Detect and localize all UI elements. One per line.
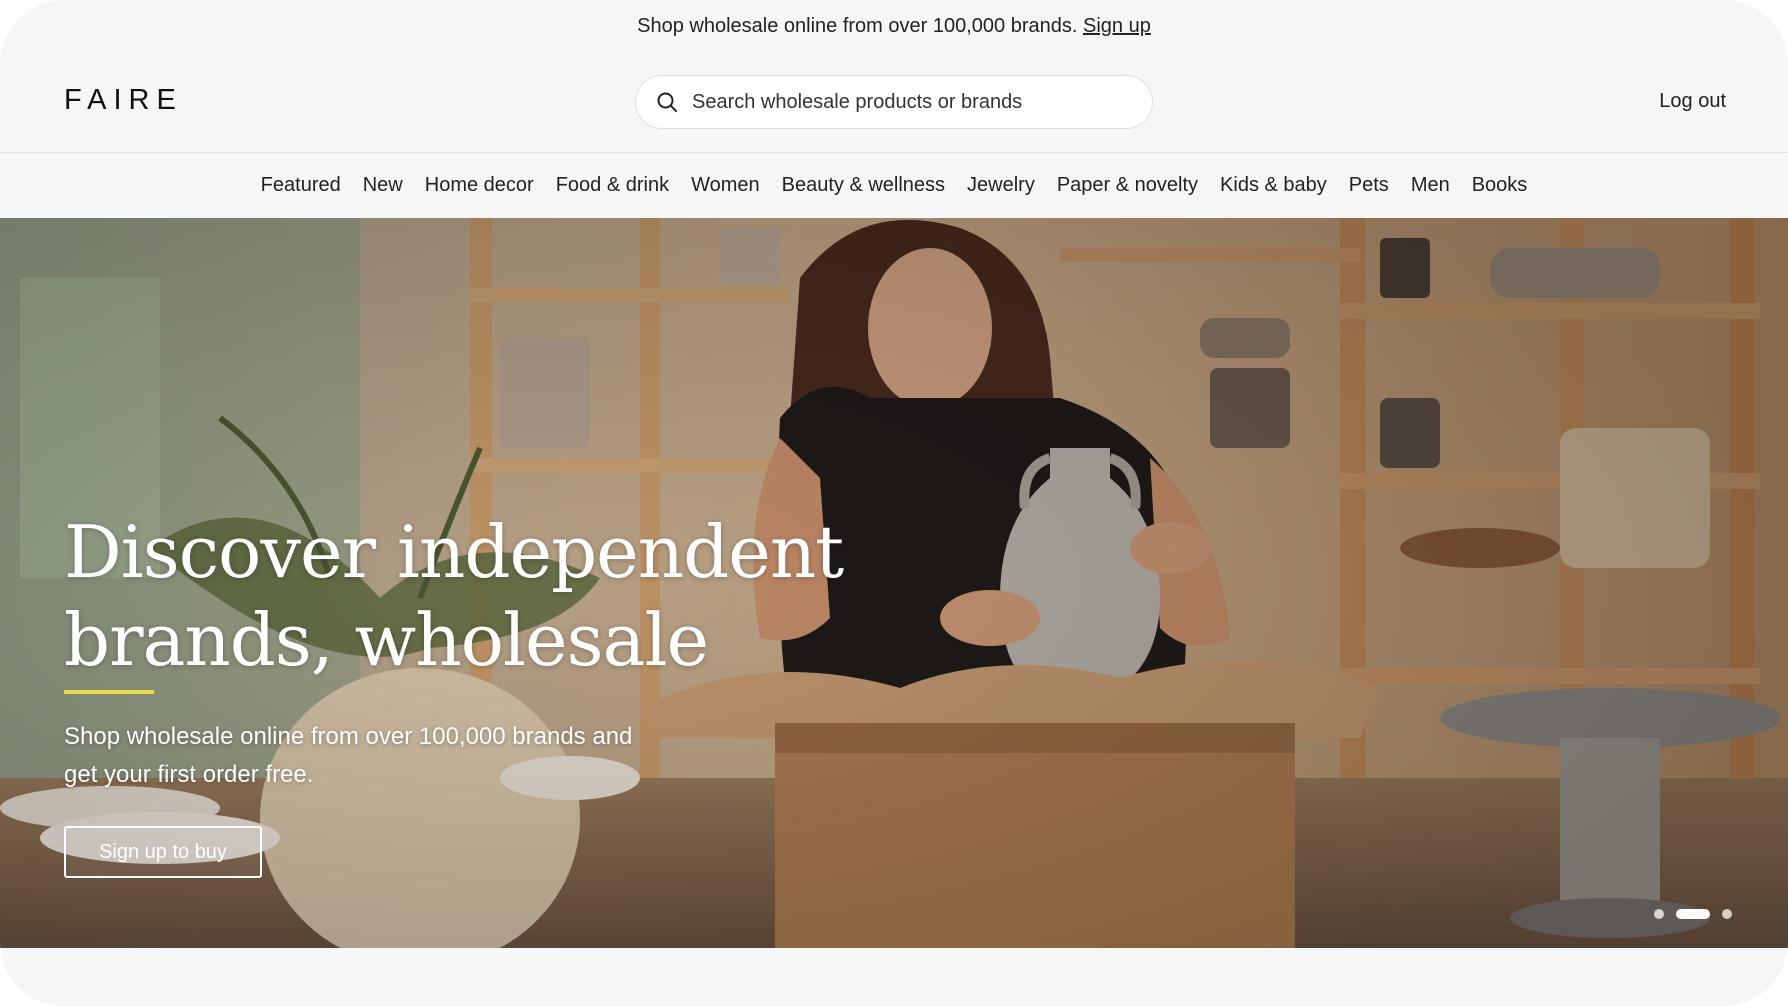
carousel-dot[interactable] (1722, 909, 1732, 919)
nav-item-pets[interactable]: Pets (1349, 174, 1389, 197)
nav-item-home-decor[interactable]: Home decor (425, 174, 534, 197)
nav-item-kids-baby[interactable]: Kids & baby (1220, 174, 1327, 197)
nav-item-new[interactable]: New (363, 174, 403, 197)
nav-item-paper-novelty[interactable]: Paper & novelty (1057, 174, 1198, 197)
search-icon (657, 92, 677, 112)
faire-logo[interactable]: FAIRE (64, 84, 183, 117)
nav-item-women[interactable]: Women (691, 174, 760, 197)
sign-up-to-buy-button[interactable]: Sign up to buy (64, 826, 262, 878)
hero-banner: Discover independent brands, wholesale S… (0, 218, 1788, 948)
nav-item-jewelry[interactable]: Jewelry (967, 174, 1035, 197)
logout-button[interactable]: Log out (1659, 90, 1726, 113)
header: FAIRE Log out (0, 52, 1788, 153)
search-bar[interactable] (635, 75, 1153, 129)
hero-title-underline (64, 690, 154, 694)
category-nav: Featured New Home decor Food & drink Women Be… (0, 153, 1788, 218)
hero-title-line-1: Discover independent (64, 510, 844, 594)
promo-bar: Shop wholesale online from over 100,000 … (0, 0, 1788, 52)
hero-subtitle-line-1: Shop wholesale online from over 100,000 … (64, 723, 633, 750)
page-continuation (0, 948, 1788, 1006)
hero-subtitle: Shop wholesale online from over 100,000 … (64, 718, 704, 794)
nav-item-beauty-wellness[interactable]: Beauty & wellness (782, 174, 945, 197)
search-input[interactable] (690, 89, 1114, 115)
hero-title-line-2: brands, wholesale (64, 598, 709, 682)
browser-page: Shop wholesale online from over 100,000 … (0, 0, 1788, 1006)
promo-signup-link[interactable]: Sign up (1083, 15, 1151, 38)
nav-item-books[interactable]: Books (1472, 174, 1528, 197)
promo-text: Shop wholesale online from over 100,000 … (637, 14, 1078, 37)
nav-item-food-drink[interactable]: Food & drink (556, 174, 669, 197)
hero-subtitle-line-2: get your first order free. (64, 761, 314, 788)
carousel-dot[interactable] (1676, 909, 1710, 919)
carousel-indicators (1648, 908, 1738, 920)
carousel-dot[interactable] (1654, 909, 1664, 919)
nav-item-featured[interactable]: Featured (261, 174, 341, 197)
nav-item-men[interactable]: Men (1411, 174, 1450, 197)
hero-title: Discover independent brands, wholesale (64, 508, 844, 684)
